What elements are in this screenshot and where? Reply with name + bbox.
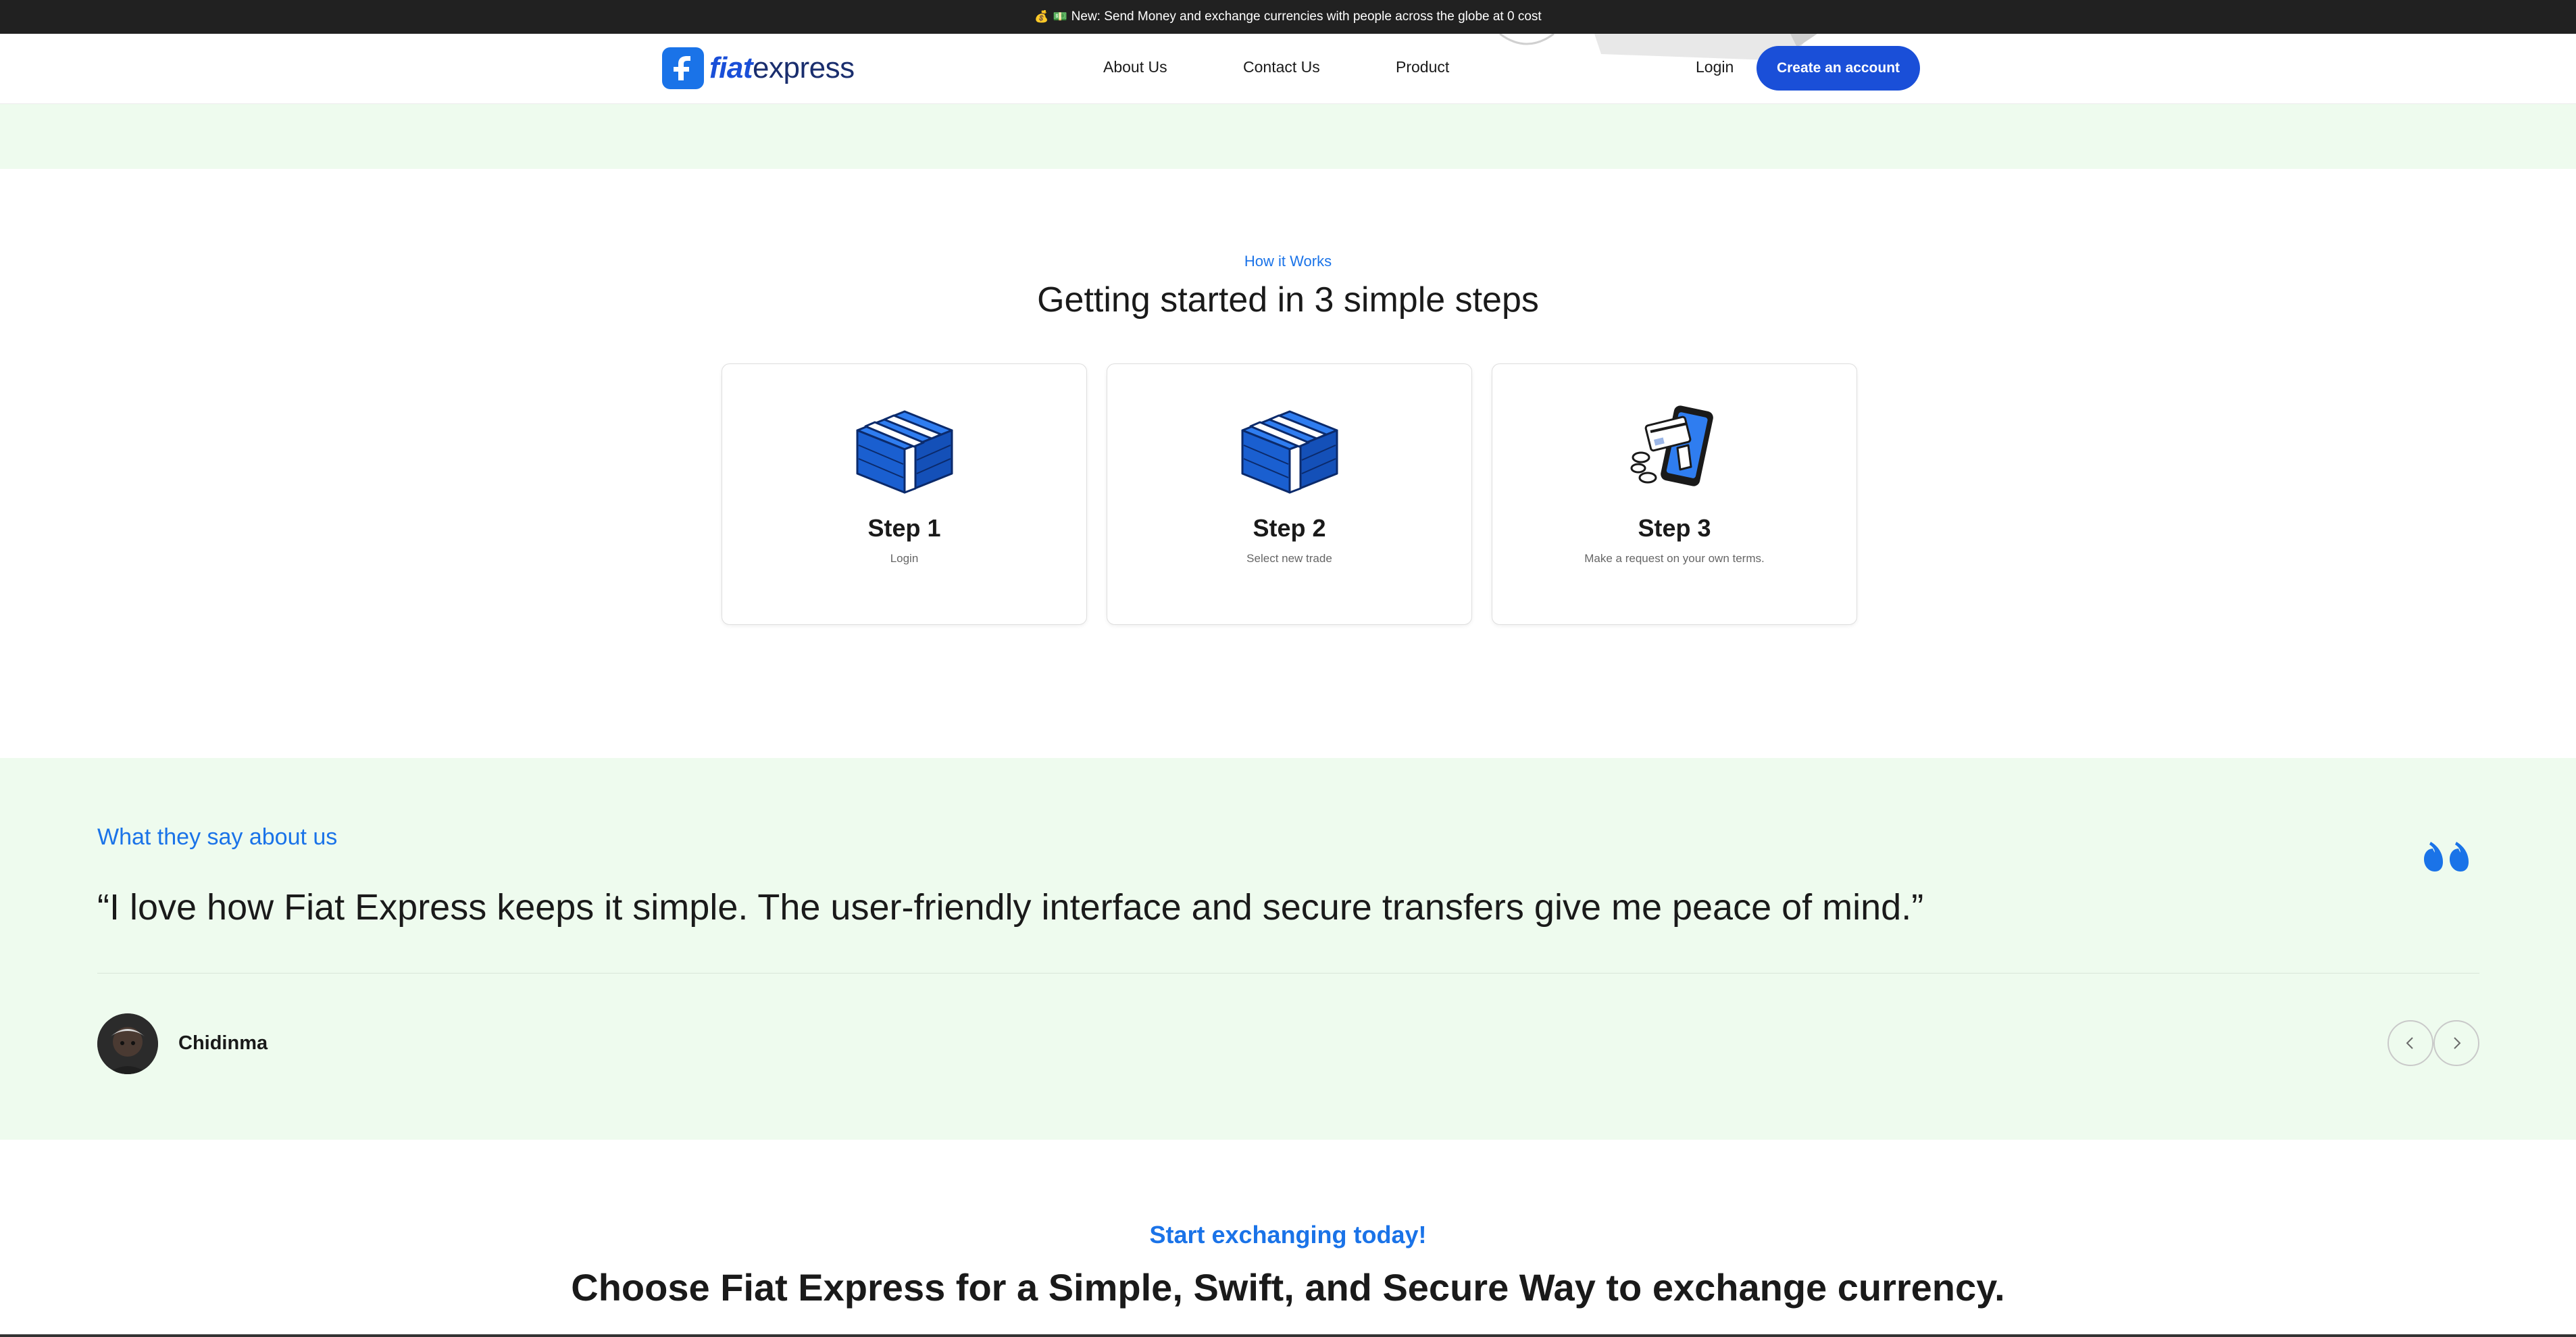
step-subtitle: Login bbox=[890, 552, 919, 565]
how-it-works-eyebrow: How it Works bbox=[1244, 253, 1332, 270]
create-account-button[interactable]: Create an account bbox=[1757, 46, 1920, 91]
step-card-1: Step 1 Login bbox=[722, 363, 1087, 625]
logo-mark-icon bbox=[662, 47, 704, 89]
cta-eyebrow: Start exchanging today! bbox=[1149, 1221, 1427, 1248]
money-bag-icon: 💰 bbox=[1034, 10, 1049, 23]
testimonials-eyebrow: What they say about us bbox=[97, 824, 338, 850]
announcement-text: New: Send Money and exchange currencies … bbox=[1071, 9, 1542, 24]
money-stack-icon bbox=[856, 410, 953, 494]
logo-text-rest: express bbox=[753, 51, 855, 84]
login-link[interactable]: Login bbox=[1696, 58, 1734, 76]
cta-section: Start exchanging today! Choose Fiat Expr… bbox=[0, 1140, 2576, 1337]
chevron-left-icon bbox=[2406, 1037, 2413, 1049]
page-bottom-edge bbox=[0, 1334, 2576, 1337]
nav-contact-us[interactable]: Contact Us bbox=[1243, 58, 1320, 76]
step-subtitle: Make a request on your own terms. bbox=[1584, 552, 1765, 565]
logo-wordmark: fiatexpress bbox=[709, 51, 855, 85]
step-title: Step 3 bbox=[1638, 514, 1711, 542]
nav-product[interactable]: Product bbox=[1396, 58, 1449, 76]
testimonials-section: What they say about us “I love how Fiat … bbox=[0, 758, 2576, 1140]
step-subtitle: Select new trade bbox=[1246, 552, 1332, 565]
announcement-bar: 💰 💵 New: Send Money and exchange currenc… bbox=[0, 0, 2576, 34]
how-it-works-section: How it Works Getting started in 3 simple… bbox=[0, 169, 2576, 758]
step-card-3: Step 3 Make a request on your own terms. bbox=[1492, 363, 1857, 625]
quote-icon bbox=[2424, 842, 2469, 872]
testimonial-author: Chidinma bbox=[178, 1032, 268, 1054]
how-it-works-title: Getting started in 3 simple steps bbox=[1037, 280, 1539, 320]
next-testimonial-button[interactable] bbox=[2433, 1020, 2479, 1066]
step-card-2: Step 2 Select new trade bbox=[1107, 363, 1472, 625]
testimonial-quote: “I love how Fiat Express keeps it simple… bbox=[97, 887, 1924, 928]
step-title: Step 1 bbox=[867, 514, 941, 542]
logo[interactable]: fiatexpress bbox=[662, 47, 855, 89]
logo-text-bold: fiat bbox=[709, 51, 753, 84]
navbar: fiatexpress About Us Contact Us Product … bbox=[0, 34, 2576, 104]
phone-card-icon bbox=[1630, 405, 1713, 486]
banknote-icon: 💵 bbox=[1053, 10, 1067, 23]
chevron-right-icon bbox=[2454, 1037, 2461, 1049]
nav-about-us[interactable]: About Us bbox=[1103, 58, 1167, 76]
hero-bottom-strip bbox=[0, 104, 2576, 169]
step-title: Step 2 bbox=[1253, 514, 1326, 542]
money-stack-icon bbox=[1241, 410, 1338, 494]
cta-title: Choose Fiat Express for a Simple, Swift,… bbox=[571, 1266, 2005, 1309]
testimonial-divider bbox=[97, 973, 2479, 974]
avatar bbox=[97, 1013, 158, 1074]
previous-testimonial-button[interactable] bbox=[2388, 1020, 2433, 1066]
